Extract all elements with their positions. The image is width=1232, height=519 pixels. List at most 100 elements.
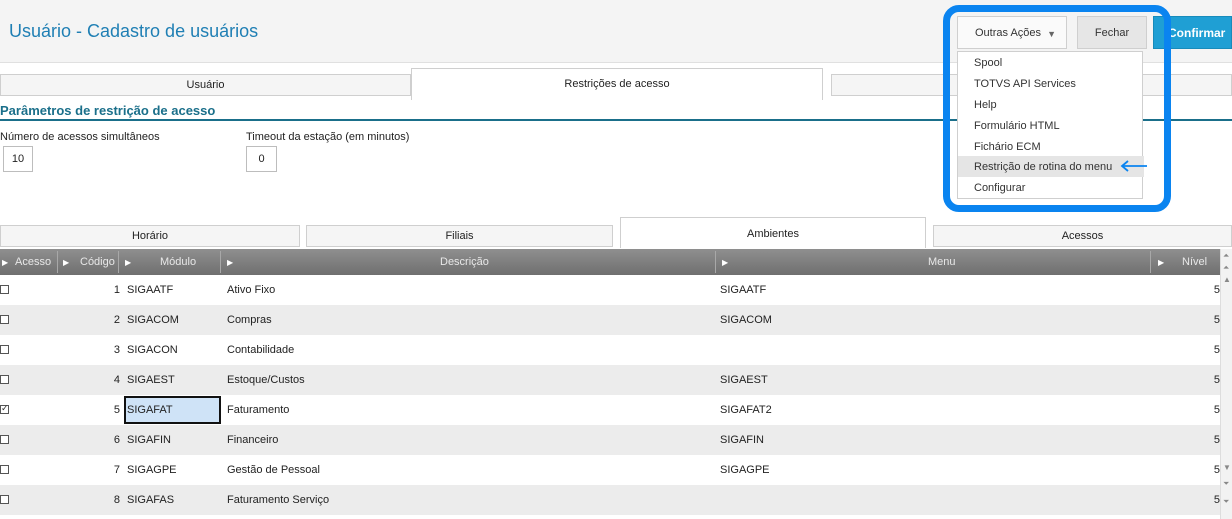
access-checkbox[interactable]	[0, 315, 9, 324]
cell-level[interactable]: 5	[1196, 284, 1220, 296]
cell-menu[interactable]: SIGACOM	[720, 314, 772, 326]
other-actions-menu: Spool TOTVS API Services Help Formulário…	[957, 51, 1144, 199]
cell-module[interactable]: SIGACOM	[127, 314, 179, 326]
cell-code[interactable]: 5	[96, 404, 120, 416]
pointer-arrow-icon	[1120, 160, 1147, 172]
tab-restricoes-de-acesso[interactable]: Restrições de acesso	[411, 68, 823, 100]
cell-description[interactable]: Financeiro	[227, 434, 278, 446]
tab-filiais[interactable]: Filiais	[306, 225, 613, 247]
tab-acessos[interactable]: Acessos	[933, 225, 1232, 247]
access-checkbox[interactable]	[0, 345, 9, 354]
station-timeout-input[interactable]: 0	[246, 146, 277, 172]
cell-code[interactable]: 4	[96, 374, 120, 386]
menu-item-formulario-html[interactable]: Formulário HTML	[958, 115, 1144, 136]
column-header-modulo[interactable]: Módulo	[160, 256, 196, 268]
tab-label: Filiais	[445, 230, 474, 242]
access-checkbox[interactable]	[0, 435, 9, 444]
cell-description[interactable]: Gestão de Pessoal	[227, 464, 320, 476]
cell-menu[interactable]: SIGAEST	[720, 374, 768, 386]
table-row[interactable]: 7 SIGAGPE Gestão de Pessoal SIGAGPE 5	[0, 455, 1220, 485]
cell-description[interactable]: Contabilidade	[227, 344, 294, 356]
scroll-page-up-icon[interactable]: ⏶	[1223, 263, 1229, 273]
other-actions-label: Outras Ações	[975, 26, 1042, 39]
scroll-down-icon[interactable]: ▼	[1223, 463, 1231, 472]
menu-item-totvs-api-services[interactable]: TOTVS API Services	[958, 73, 1144, 94]
scroll-bottom-icon[interactable]: ⏷	[1223, 497, 1229, 507]
table-row[interactable]: 3 SIGACON Contabilidade 5	[0, 335, 1220, 365]
menu-item-restricao-de-rotina[interactable]: Restrição de rotina do menu	[958, 156, 1144, 177]
menu-item-configurar[interactable]: Configurar	[958, 177, 1144, 198]
access-checkbox[interactable]	[0, 403, 9, 414]
table-row[interactable]: 5 SIGAFAT Faturamento SIGAFAT2 5	[0, 395, 1220, 425]
cell-description[interactable]: Faturamento	[227, 404, 289, 416]
table-row[interactable]: 6 SIGAFIN Financeiro SIGAFIN 5	[0, 425, 1220, 455]
table-row[interactable]: 2 SIGACOM Compras SIGACOM 5	[0, 305, 1220, 335]
cell-level[interactable]: 5	[1196, 464, 1220, 476]
cell-module[interactable]: SIGAFAT	[127, 404, 173, 416]
simultaneous-access-input[interactable]: 10	[3, 146, 33, 172]
tab-ambientes[interactable]: Ambientes	[620, 217, 926, 248]
cell-level[interactable]: 5	[1196, 434, 1220, 446]
menu-item-spool[interactable]: Spool	[958, 52, 1144, 73]
cell-menu[interactable]: SIGAFIN	[720, 434, 764, 446]
cell-menu[interactable]: SIGAATF	[720, 284, 766, 296]
menu-item-help[interactable]: Help	[958, 94, 1144, 115]
cell-description[interactable]: Ativo Fixo	[227, 284, 275, 296]
cell-menu[interactable]: SIGAFAT2	[720, 404, 772, 416]
column-header-menu[interactable]: Menu	[928, 256, 956, 268]
scroll-page-down-icon[interactable]: ⏷	[1223, 479, 1229, 489]
close-button[interactable]: Fechar	[1077, 16, 1147, 49]
grid-scrollbar[interactable]: ⏶ ⏶ ▲ ▼ ⏷ ⏷	[1220, 249, 1232, 519]
access-checkbox[interactable]	[0, 495, 9, 504]
confirm-button[interactable]: Confirmar	[1153, 16, 1232, 49]
access-checkbox[interactable]	[0, 465, 9, 474]
sort-arrow-icon[interactable]: ▶	[2, 258, 8, 267]
cell-level[interactable]: 5	[1196, 314, 1220, 326]
table-row[interactable]: 4 SIGAEST Estoque/Custos SIGAEST 5	[0, 365, 1220, 395]
cell-code[interactable]: 7	[96, 464, 120, 476]
grid-header: ▶ Acesso ▶ Código ▶ Módulo ▶ Descrição ▶…	[0, 249, 1220, 275]
cell-level[interactable]: 5	[1196, 344, 1220, 356]
table-row[interactable]: 8 SIGAFAS Faturamento Serviço 5	[0, 485, 1220, 515]
table-row[interactable]: 1 SIGAATF Ativo Fixo SIGAATF 5	[0, 275, 1220, 305]
tab-label: Horário	[131, 230, 169, 242]
cell-code[interactable]: 6	[96, 434, 120, 446]
sort-arrow-icon[interactable]: ▶	[227, 258, 233, 267]
tab-usuario[interactable]: Usuário	[0, 74, 411, 96]
cell-module[interactable]: SIGAATF	[127, 284, 173, 296]
tab-horario[interactable]: Horário	[0, 225, 300, 247]
tab-label: Usuário	[186, 79, 225, 91]
cell-module[interactable]: SIGAFAS	[127, 494, 174, 506]
cell-level[interactable]: 5	[1196, 494, 1220, 506]
cell-description[interactable]: Faturamento Serviço	[227, 494, 329, 506]
column-header-acesso[interactable]: Acesso	[15, 256, 51, 268]
sort-arrow-icon[interactable]: ▶	[722, 258, 728, 267]
cell-module[interactable]: SIGAGPE	[127, 464, 177, 476]
cell-code[interactable]: 2	[96, 314, 120, 326]
column-header-nivel[interactable]: Nível	[1182, 256, 1207, 268]
sort-arrow-icon[interactable]: ▶	[1158, 258, 1164, 267]
column-header-descricao[interactable]: Descrição	[440, 256, 489, 268]
cell-level[interactable]: 5	[1196, 374, 1220, 386]
modules-grid: ▶ Acesso ▶ Código ▶ Módulo ▶ Descrição ▶…	[0, 249, 1232, 519]
sort-arrow-icon[interactable]: ▶	[125, 258, 131, 267]
scroll-up-icon[interactable]: ▲	[1223, 275, 1231, 284]
cell-module[interactable]: SIGAEST	[127, 374, 175, 386]
cell-module[interactable]: SIGAFIN	[127, 434, 171, 446]
menu-item-fichario-ecm[interactable]: Fichário ECM	[958, 136, 1144, 157]
cell-level[interactable]: 5	[1196, 404, 1220, 416]
cell-menu[interactable]: SIGAGPE	[720, 464, 770, 476]
cell-code[interactable]: 1	[96, 284, 120, 296]
cell-description[interactable]: Estoque/Custos	[227, 374, 305, 386]
sort-arrow-icon[interactable]: ▶	[63, 258, 69, 267]
cell-description[interactable]: Compras	[227, 314, 272, 326]
simultaneous-access-label: Número de acessos simultâneos	[0, 131, 160, 143]
access-checkbox[interactable]	[0, 375, 9, 384]
scroll-top-icon[interactable]: ⏶	[1223, 251, 1229, 261]
column-header-codigo[interactable]: Código	[80, 256, 115, 268]
cell-code[interactable]: 8	[96, 494, 120, 506]
cell-code[interactable]: 3	[96, 344, 120, 356]
access-checkbox[interactable]	[0, 285, 9, 294]
cell-module[interactable]: SIGACON	[127, 344, 178, 356]
other-actions-button[interactable]: Outras Ações ▼	[957, 16, 1067, 49]
